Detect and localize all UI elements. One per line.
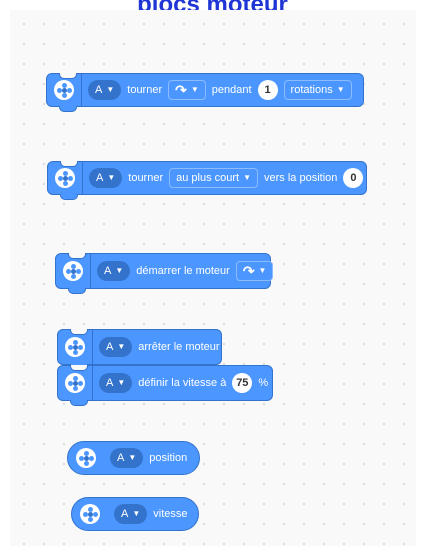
- motor-category-cap: [58, 366, 93, 400]
- to-position-label: vers la position: [264, 172, 338, 184]
- port-value: A: [104, 265, 112, 277]
- stop-motor-block[interactable]: A ▼ arrêter le moteur: [57, 329, 222, 370]
- motor-category-cap: [58, 330, 93, 364]
- run-for-rotations-block[interactable]: A ▼ tourner ↷ ▼ pendant 1 rotations ▼: [46, 73, 364, 112]
- motor-icon: [65, 373, 85, 393]
- start-motor-block[interactable]: A ▼ démarrer le moteur ↷ ▼: [55, 253, 274, 294]
- port-value: A: [106, 341, 114, 353]
- direction-dropdown[interactable]: ↷ ▼: [235, 261, 274, 281]
- port-value: A: [95, 84, 103, 96]
- port-value: A: [117, 452, 125, 464]
- motor-category-cap: [47, 74, 82, 106]
- mode-value: au plus court: [176, 172, 240, 184]
- position-reporter-block[interactable]: A ▼ position: [67, 441, 200, 475]
- port-dropdown[interactable]: A ▼: [114, 504, 148, 524]
- port-dropdown[interactable]: A ▼: [89, 168, 123, 188]
- motor-category-cap: [72, 498, 108, 530]
- stop-motor-label: arrêter le moteur: [138, 341, 220, 353]
- motor-icon: [63, 261, 83, 281]
- port-value: A: [96, 172, 104, 184]
- set-speed-label: définir la vitesse à: [138, 377, 227, 389]
- unit-dropdown[interactable]: rotations ▼: [283, 80, 352, 100]
- port-dropdown[interactable]: A ▼: [88, 80, 122, 100]
- chevron-down-icon: ▼: [190, 85, 199, 94]
- position-input[interactable]: 0: [343, 168, 364, 188]
- motor-icon: [65, 337, 85, 357]
- port-dropdown[interactable]: A ▼: [110, 448, 144, 468]
- mode-dropdown[interactable]: au plus court ▼: [169, 168, 259, 188]
- motor-icon: [54, 80, 74, 100]
- port-dropdown[interactable]: A ▼: [99, 373, 133, 393]
- port-dropdown[interactable]: A ▼: [99, 337, 133, 357]
- chevron-down-icon: ▼: [115, 266, 124, 275]
- turn-label: tourner: [128, 172, 164, 184]
- chevron-down-icon: ▼: [132, 509, 141, 518]
- go-to-position-block[interactable]: A ▼ tourner au plus court ▼ vers la posi…: [47, 161, 367, 200]
- position-label: position: [149, 452, 188, 464]
- direction-dropdown[interactable]: ↷ ▼: [168, 80, 206, 100]
- motor-icon: [55, 168, 75, 188]
- chevron-down-icon: ▼: [107, 173, 116, 182]
- speed-reporter-block[interactable]: A ▼ vitesse: [71, 497, 199, 531]
- chevron-down-icon: ▼: [336, 85, 345, 94]
- motor-category-cap: [68, 442, 104, 474]
- set-speed-block[interactable]: A ▼ définir la vitesse à 75 %: [57, 365, 273, 406]
- chevron-down-icon: ▼: [128, 453, 137, 462]
- percent-label: %: [258, 377, 269, 389]
- port-value: A: [106, 377, 114, 389]
- motor-icon: [76, 448, 96, 468]
- code-canvas[interactable]: A ▼ tourner ↷ ▼ pendant 1 rotations ▼ A …: [10, 10, 416, 546]
- chevron-down-icon: ▼: [117, 378, 126, 387]
- speed-label: vitesse: [153, 508, 188, 520]
- unit-value: rotations: [290, 84, 333, 96]
- port-dropdown[interactable]: A ▼: [97, 261, 131, 281]
- motor-category-cap: [56, 254, 91, 288]
- clockwise-arrow-icon: ↷: [175, 82, 187, 98]
- chevron-down-icon: ▼: [243, 173, 252, 182]
- chevron-down-icon: ▼: [258, 266, 267, 275]
- chevron-down-icon: ▼: [117, 342, 126, 351]
- motor-icon: [80, 504, 100, 524]
- amount-input[interactable]: 1: [257, 80, 278, 100]
- for-label: pendant: [211, 84, 252, 96]
- motor-category-cap: [48, 162, 83, 194]
- clockwise-arrow-icon: ↷: [242, 263, 255, 279]
- start-motor-label: démarrer le moteur: [136, 265, 230, 277]
- speed-input[interactable]: 75: [232, 373, 253, 393]
- chevron-down-icon: ▼: [106, 85, 115, 94]
- turn-label: tourner: [127, 84, 163, 96]
- port-value: A: [121, 508, 129, 520]
